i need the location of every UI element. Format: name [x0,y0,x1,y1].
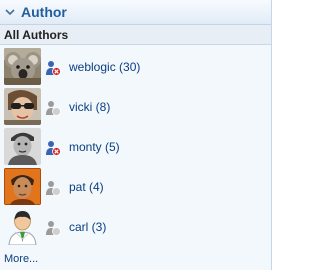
panel-title: Author [21,4,67,20]
author-row: monty (5) [0,128,271,168]
offline-presence-icon [45,140,61,156]
section-label: All Authors [4,28,69,42]
avatar[interactable] [4,48,41,85]
author-link-pat[interactable]: pat (4) [69,180,104,195]
author-row: carl (3) [0,208,271,248]
author-row: pat (4) [0,168,271,208]
author-link-weblogic[interactable]: weblogic (30) [69,60,140,75]
offline-presence-icon [45,60,61,76]
avatar[interactable] [4,128,41,165]
section-header: All Authors [0,25,271,45]
author-panel: Author All Authors weblogic (30) vicki (… [0,0,272,270]
author-row: weblogic (30) [0,48,271,88]
unknown-presence-icon [45,100,61,116]
avatar[interactable] [4,88,41,125]
unknown-presence-icon [45,180,61,196]
default-user-avatar-icon[interactable] [4,208,41,245]
avatar[interactable] [4,168,41,205]
panel-header[interactable]: Author [0,0,271,25]
unknown-presence-icon [45,220,61,236]
author-link-carl[interactable]: carl (3) [69,220,106,235]
author-link-monty[interactable]: monty (5) [69,140,120,155]
more-authors-link[interactable]: More... [4,252,38,266]
author-row: vicki (8) [0,88,271,128]
collapse-chevron-icon[interactable] [4,6,16,18]
author-link-vicki[interactable]: vicki (8) [69,100,110,115]
